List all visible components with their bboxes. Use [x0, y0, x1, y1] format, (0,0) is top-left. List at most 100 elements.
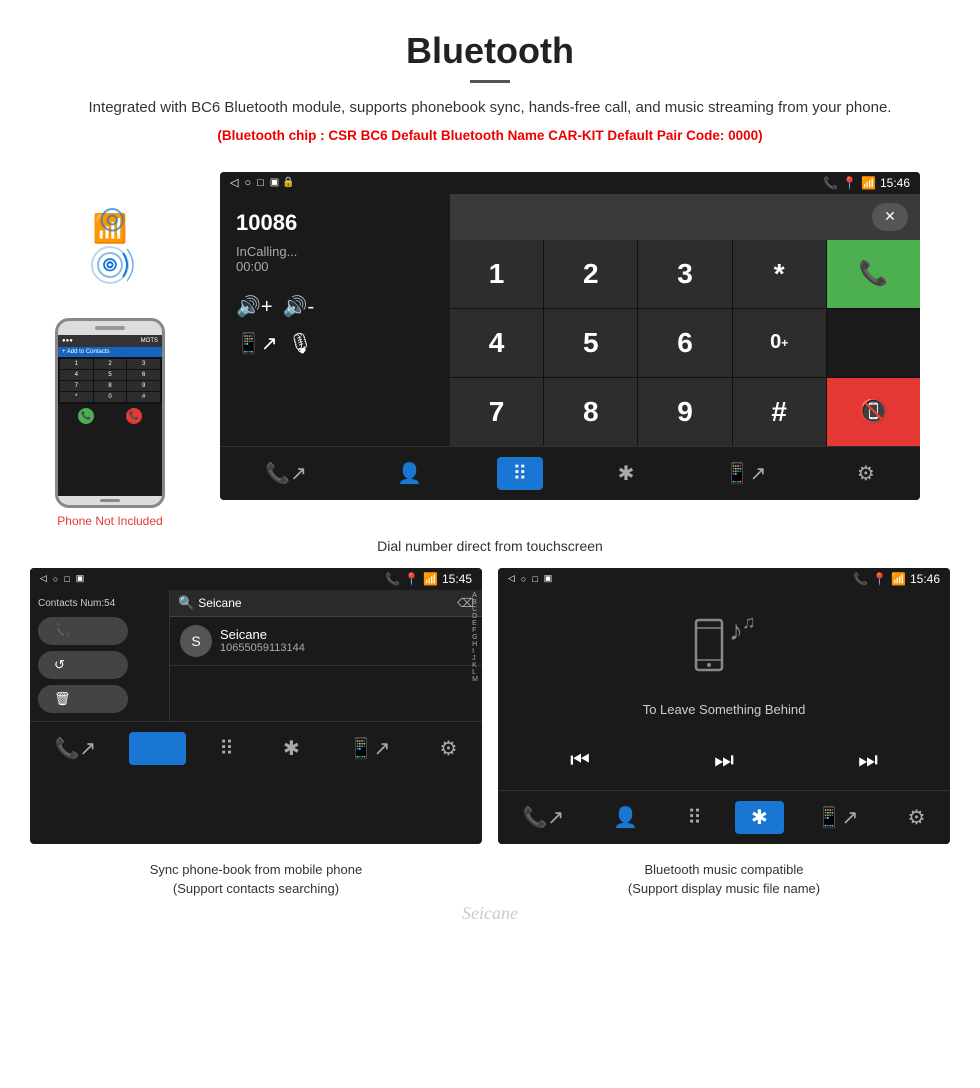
key-0plus[interactable]: 0+ — [733, 309, 826, 377]
side-phone-caption: Phone Not Included — [57, 514, 162, 528]
next-track-btn[interactable]: ⏭ — [858, 747, 878, 773]
music-nav-bt[interactable]: ✱ — [735, 801, 784, 834]
bottom-captions: Sync phone-book from mobile phone (Suppo… — [30, 854, 950, 899]
call-icon: 📞 — [54, 623, 70, 639]
music-nav-keypad[interactable]: ⠿ — [671, 801, 718, 834]
contacts-nav-contacts[interactable]: 👤 — [129, 732, 186, 765]
recents-nav-icon: □ — [257, 177, 264, 189]
dialer-keypad-panel: ✕ 1 2 3 * 📞 4 5 6 0+ 7 — [450, 194, 920, 446]
prev-track-btn[interactable]: ⏮ — [570, 747, 590, 773]
mini-call-btn: 📞 — [78, 408, 94, 424]
main-content: 📶 ⦾ ⦾ ●●●MOTS — [0, 162, 980, 944]
volume-controls: 🔊+ 🔊- — [236, 294, 434, 319]
music-signal-icon: ▣ — [544, 573, 553, 584]
key-2[interactable]: 2 — [544, 240, 637, 308]
nav-contacts[interactable]: 👤 — [381, 457, 438, 490]
contacts-caption: Sync phone-book from mobile phone (Suppo… — [30, 860, 482, 899]
nav-bluetooth[interactable]: ✱ — [602, 457, 651, 490]
sync-icon: ↺ — [54, 657, 65, 673]
number-display: ✕ — [450, 194, 920, 240]
mini-key-hash: # — [127, 392, 160, 402]
main-bottom-nav: 📞↗ 👤 ⠿ ✱ 📱↗ ⚙ — [220, 446, 920, 500]
status-bar-left: ◁ ○ □ ▣ 🔒 — [230, 176, 294, 189]
home-nav-icon: ○ — [244, 177, 251, 189]
contact-list-item[interactable]: S Seicane 10655059113144 — [170, 617, 482, 666]
contacts-nav-bt[interactable]: ✱ — [267, 732, 316, 765]
speaker-grille — [95, 326, 125, 330]
contacts-nav-settings[interactable]: ⚙ — [424, 732, 474, 765]
contacts-location-icon: 📍 — [404, 572, 419, 586]
nav-transfer[interactable]: 📱↗ — [709, 457, 783, 490]
music-nav-contacts[interactable]: 👤 — [597, 801, 654, 834]
nav-call[interactable]: 📞↗ — [249, 457, 323, 490]
watermark: Seicane — [30, 903, 950, 924]
back-nav-icon: ◁ — [230, 176, 238, 189]
volume-down-btn[interactable]: 🔊- — [283, 294, 315, 319]
side-phone-device: ●●●MOTS + Add to Contacts 1 2 3 4 5 6 7 … — [55, 318, 165, 508]
search-input[interactable]: Seicane — [198, 596, 241, 610]
svg-text:♫: ♫ — [742, 612, 756, 632]
mini-end-btn: 📞 — [126, 408, 142, 424]
mute-btn[interactable]: 🎙 — [288, 331, 313, 356]
mini-key-3: 3 — [127, 359, 160, 369]
mini-key-star: * — [60, 392, 93, 402]
volume-up-btn[interactable]: 🔊+ — [236, 294, 273, 319]
call-answer-btn[interactable]: 📞 — [827, 240, 920, 308]
contacts-left-panel: Contacts Num:54 📞 ↺ 🗑 — [30, 590, 170, 721]
mini-key-6: 6 — [127, 370, 160, 380]
key-hash[interactable]: # — [733, 378, 826, 446]
nav-settings[interactable]: ⚙ — [841, 457, 891, 490]
backspace-btn[interactable]: ✕ — [872, 203, 908, 231]
dialer-body: 10086 InCalling... 00:00 🔊+ 🔊- 📱↗ 🎙 — [220, 194, 920, 446]
nav-keypad[interactable]: ⠿ — [497, 457, 544, 490]
music-nav-call[interactable]: 📞↗ — [507, 801, 581, 834]
contacts-nav-transfer[interactable]: 📱↗ — [333, 732, 407, 765]
title-divider — [470, 80, 510, 83]
phone-status-icon: 📞 — [823, 176, 838, 190]
contacts-delete-btn[interactable]: 🗑 — [38, 685, 128, 713]
contacts-bottom-nav: 📞↗ 👤 ⠿ ✱ 📱↗ ⚙ — [30, 721, 482, 775]
music-phone-icon: 📞 — [853, 572, 868, 586]
contacts-phone-icon: 📞 — [385, 572, 400, 586]
contact-number: 10655059113144 — [220, 642, 305, 654]
music-status-right: 📞 📍 📶 15:46 — [853, 572, 940, 586]
mini-key-8: 8 — [94, 381, 127, 391]
search-icon: 🔍 — [178, 595, 194, 611]
key-8[interactable]: 8 — [544, 378, 637, 446]
key-empty — [827, 309, 920, 377]
key-7[interactable]: 7 — [450, 378, 543, 446]
contacts-count-label: Contacts Num:54 — [38, 598, 161, 609]
contacts-search-bar: 🔍 Seicane ⌫ — [170, 590, 482, 617]
key-9[interactable]: 9 — [638, 378, 731, 446]
music-nav-settings[interactable]: ⚙ — [892, 801, 942, 834]
main-dialer-screenshot: ◁ ○ □ ▣ 🔒 📞 📍 📶 15:46 10086 InCalling.. — [220, 172, 920, 500]
contacts-nav-keypad[interactable]: ⠿ — [203, 732, 250, 765]
call-end-btn[interactable]: 📵 — [827, 378, 920, 446]
transfer-btn[interactable]: 📱↗ — [236, 331, 278, 356]
key-6[interactable]: 6 — [638, 309, 731, 377]
side-phone-screen: ●●●MOTS + Add to Contacts 1 2 3 4 5 6 7 … — [58, 335, 162, 496]
contacts-nav-call[interactable]: 📞↗ — [39, 732, 113, 765]
contacts-sync-btn[interactable]: ↺ — [38, 651, 128, 679]
mini-key-5: 5 — [94, 370, 127, 380]
music-artwork-icon: ♪ ♫ — [684, 610, 764, 692]
music-status-bar: ◁ ○ □ ▣ 📞 📍 📶 15:46 — [498, 568, 950, 590]
music-status-left: ◁ ○ □ ▣ — [508, 573, 552, 584]
music-nav-transfer[interactable]: 📱↗ — [801, 801, 875, 834]
contacts-screenshot: ◁ ○ □ ▣ 📞 📍 📶 15:45 Contacts Num:54 — [30, 568, 482, 844]
key-3[interactable]: 3 — [638, 240, 731, 308]
wifi-signal-icon: 📶 — [861, 176, 876, 190]
main-caption: Dial number direct from touchscreen — [30, 538, 950, 554]
play-pause-btn[interactable]: ⏭ — [714, 747, 734, 773]
side-phone-container: 📶 ⦾ ⦾ ●●●MOTS — [30, 172, 190, 528]
key-1[interactable]: 1 — [450, 240, 543, 308]
call-timer: 00:00 — [236, 259, 434, 274]
music-controls: ⏮ ⏭ ⏭ — [508, 747, 940, 773]
mini-keypad: 1 2 3 4 5 6 7 8 9 * 0 # — [58, 357, 162, 404]
time-display: 15:46 — [880, 176, 910, 190]
contacts-call-btn[interactable]: 📞 — [38, 617, 128, 645]
key-5[interactable]: 5 — [544, 309, 637, 377]
contacts-wifi-icon: 📶 — [423, 572, 438, 586]
key-4[interactable]: 4 — [450, 309, 543, 377]
key-star[interactable]: * — [733, 240, 826, 308]
